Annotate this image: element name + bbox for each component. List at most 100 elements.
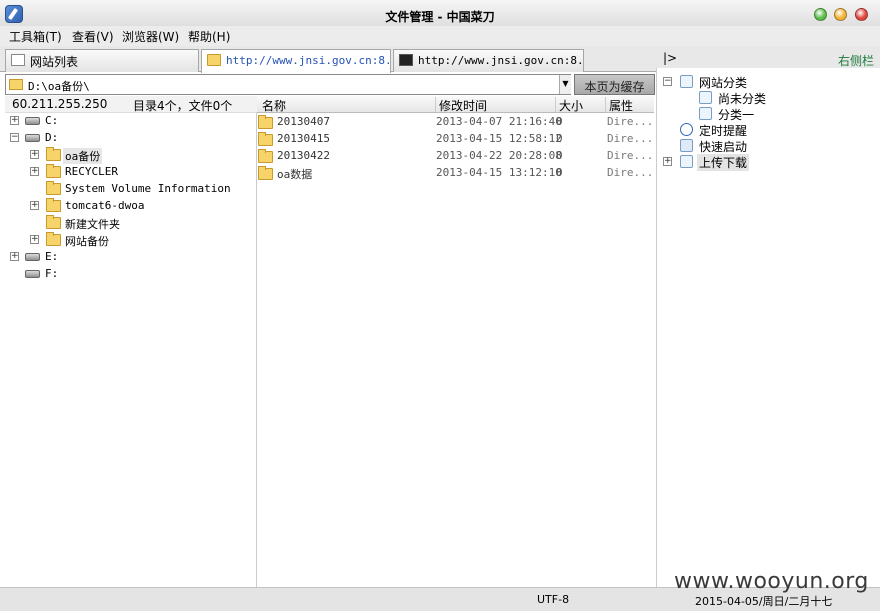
file-attr: Dire... <box>607 149 654 162</box>
expand-icon[interactable]: + <box>30 235 39 244</box>
file-mtime: 2013-04-22 20:28:08 <box>436 149 562 162</box>
file-attr: Dire... <box>607 132 654 145</box>
folder-icon <box>207 54 221 66</box>
file-row[interactable]: 20130422 2013-04-22 20:28:08 0 Dire... <box>257 148 654 165</box>
tab-label: 网站列表 <box>30 55 79 69</box>
menu-view[interactable]: 查看(V) <box>72 28 114 45</box>
page-icon <box>11 54 25 66</box>
menu-bar: 工具箱(T) 查看(V) 浏览器(W) 帮助(H) <box>0 26 880 46</box>
category-icon <box>699 91 712 104</box>
cache-button[interactable]: 本页为缓存 <box>574 74 655 95</box>
file-size: 0 <box>556 166 563 179</box>
expand-icon[interactable]: + <box>30 150 39 159</box>
menu-browser[interactable]: 浏览器(W) <box>122 28 179 45</box>
folder-icon <box>9 79 23 90</box>
file-row[interactable]: 20130415 2013-04-15 12:58:12 0 Dire... <box>257 131 654 148</box>
file-name: 20130407 <box>277 115 330 128</box>
encoding-status[interactable]: UTF-8 <box>537 593 569 606</box>
file-list: 名称 修改时间 大小 属性 20130407 2013-04-07 21:16:… <box>257 96 654 587</box>
sidebar-item-timed-reminder[interactable]: 定时提醒 <box>657 122 857 138</box>
menu-toolbox[interactable]: 工具箱(T) <box>9 28 62 45</box>
tree-item-tomcat[interactable]: + tomcat6-dwoa <box>5 198 245 215</box>
console-icon <box>399 54 413 66</box>
tab-file-manager[interactable]: http://www.jnsi.gov.cn:8... <box>201 49 391 73</box>
tree-label: 网站备份 <box>65 235 109 248</box>
file-mtime: 2013-04-15 13:12:10 <box>436 166 562 179</box>
expand-icon[interactable]: + <box>10 116 19 125</box>
tree-item-recycler[interactable]: + RECYCLER <box>5 164 245 181</box>
sidebar-item-label: 定时提醒 <box>699 124 748 138</box>
tree-item-drive-f[interactable]: F: <box>5 267 245 283</box>
category-icon <box>680 155 693 168</box>
file-list-header: 名称 修改时间 大小 属性 <box>257 96 654 113</box>
file-size: 0 <box>556 132 563 145</box>
tree-label: D: <box>45 131 59 144</box>
folder-icon <box>46 181 61 195</box>
maximize-button[interactable] <box>814 8 827 21</box>
drive-icon <box>25 253 40 261</box>
expand-icon[interactable]: + <box>30 201 39 210</box>
tree-label: tomcat6-dwoa <box>65 199 145 212</box>
collapse-icon[interactable]: − <box>10 133 19 142</box>
right-sidebar-label[interactable]: 右侧栏 <box>838 52 874 69</box>
tree-item-oa-backup[interactable]: + oa备份 <box>5 147 245 164</box>
drive-icon <box>25 117 40 125</box>
tree-label: 新建文件夹 <box>65 218 120 231</box>
column-header-size[interactable]: 大小 <box>555 97 605 113</box>
category-icon <box>680 75 693 88</box>
expand-icon[interactable]: + <box>30 167 39 176</box>
sidebar-item-uncategorized[interactable]: 尚未分类 <box>657 90 857 106</box>
expand-icon[interactable]: + <box>10 252 19 261</box>
tree-item-drive-d[interactable]: − D: <box>5 131 245 147</box>
tree-label: F: <box>45 267 59 280</box>
minimize-button[interactable] <box>834 8 847 21</box>
tree-label: E: <box>45 250 59 263</box>
tree-item-drive-e[interactable]: + E: <box>5 250 245 266</box>
file-name: 20130415 <box>277 132 330 145</box>
file-row[interactable]: 20130407 2013-04-07 21:16:40 0 Dire... <box>257 114 654 131</box>
tab-virtual-terminal[interactable]: http://www.jnsi.gov.cn:8... <box>393 49 584 72</box>
file-mtime: 2013-04-07 21:16:40 <box>436 115 562 128</box>
panel-toggle-button[interactable]: |> <box>663 51 677 65</box>
watermark: www.wooyun.org <box>674 569 869 594</box>
column-header-mtime[interactable]: 修改时间 <box>435 97 555 113</box>
path-input[interactable]: D:\oa备份\ <box>5 74 571 95</box>
menu-help[interactable]: 帮助(H) <box>188 28 230 45</box>
datetime-status: 2015-04-05/周日/二月十七 <box>695 595 833 608</box>
clock-icon <box>680 123 693 136</box>
folder-icon <box>46 147 61 161</box>
sidebar-item-site-category[interactable]: − 网站分类 <box>657 74 857 90</box>
file-name: 20130422 <box>277 149 330 162</box>
column-header-attr[interactable]: 属性 <box>605 97 654 113</box>
file-attr: Dire... <box>607 166 654 179</box>
collapse-icon[interactable]: − <box>663 77 672 86</box>
sidebar-item-label: 分类一 <box>718 108 755 122</box>
chevron-down-icon[interactable]: ▼ <box>559 75 571 94</box>
file-mtime: 2013-04-15 12:58:12 <box>436 132 562 145</box>
tab-label: http://www.jnsi.gov.cn:8... <box>418 54 584 67</box>
tree-label: oa备份 <box>63 148 103 164</box>
file-attr: Dire... <box>607 115 654 128</box>
sidebar-item-label: 快速启动 <box>699 140 748 154</box>
close-button[interactable] <box>855 8 868 21</box>
file-name: oa数据 <box>277 168 313 181</box>
tab-site-list[interactable]: 网站列表 <box>5 49 199 72</box>
file-row[interactable]: oa数据 2013-04-15 13:12:10 0 Dire... <box>257 165 654 182</box>
hand-icon <box>680 139 693 152</box>
sidebar-item-upload-download[interactable]: + 上传下载 <box>657 154 857 171</box>
sidebar-item-category-one[interactable]: 分类一 <box>657 106 857 122</box>
server-info-row: 60.211.255.250 目录4个，文件0个 <box>5 96 257 113</box>
folder-icon <box>46 164 61 178</box>
tree-item-site-backup[interactable]: + 网站备份 <box>5 232 245 249</box>
tree-item-drive-c[interactable]: + C: <box>5 114 245 130</box>
directory-tree: + C: − D: + oa备份 + RECYCLER System Volum… <box>5 113 257 587</box>
column-header-name[interactable]: 名称 <box>257 97 435 113</box>
sidebar-item-label: 尚未分类 <box>718 92 767 106</box>
path-bar: D:\oa备份\ ▼ 本页为缓存 <box>5 74 655 96</box>
expand-icon[interactable]: + <box>663 157 672 166</box>
folder-icon <box>46 198 61 212</box>
tree-label: C: <box>45 114 59 127</box>
tree-item-new-folder[interactable]: 新建文件夹 <box>5 215 245 232</box>
tree-item-system-volume[interactable]: System Volume Information <box>5 181 250 198</box>
sidebar-item-quick-launch[interactable]: 快速启动 <box>657 138 857 154</box>
